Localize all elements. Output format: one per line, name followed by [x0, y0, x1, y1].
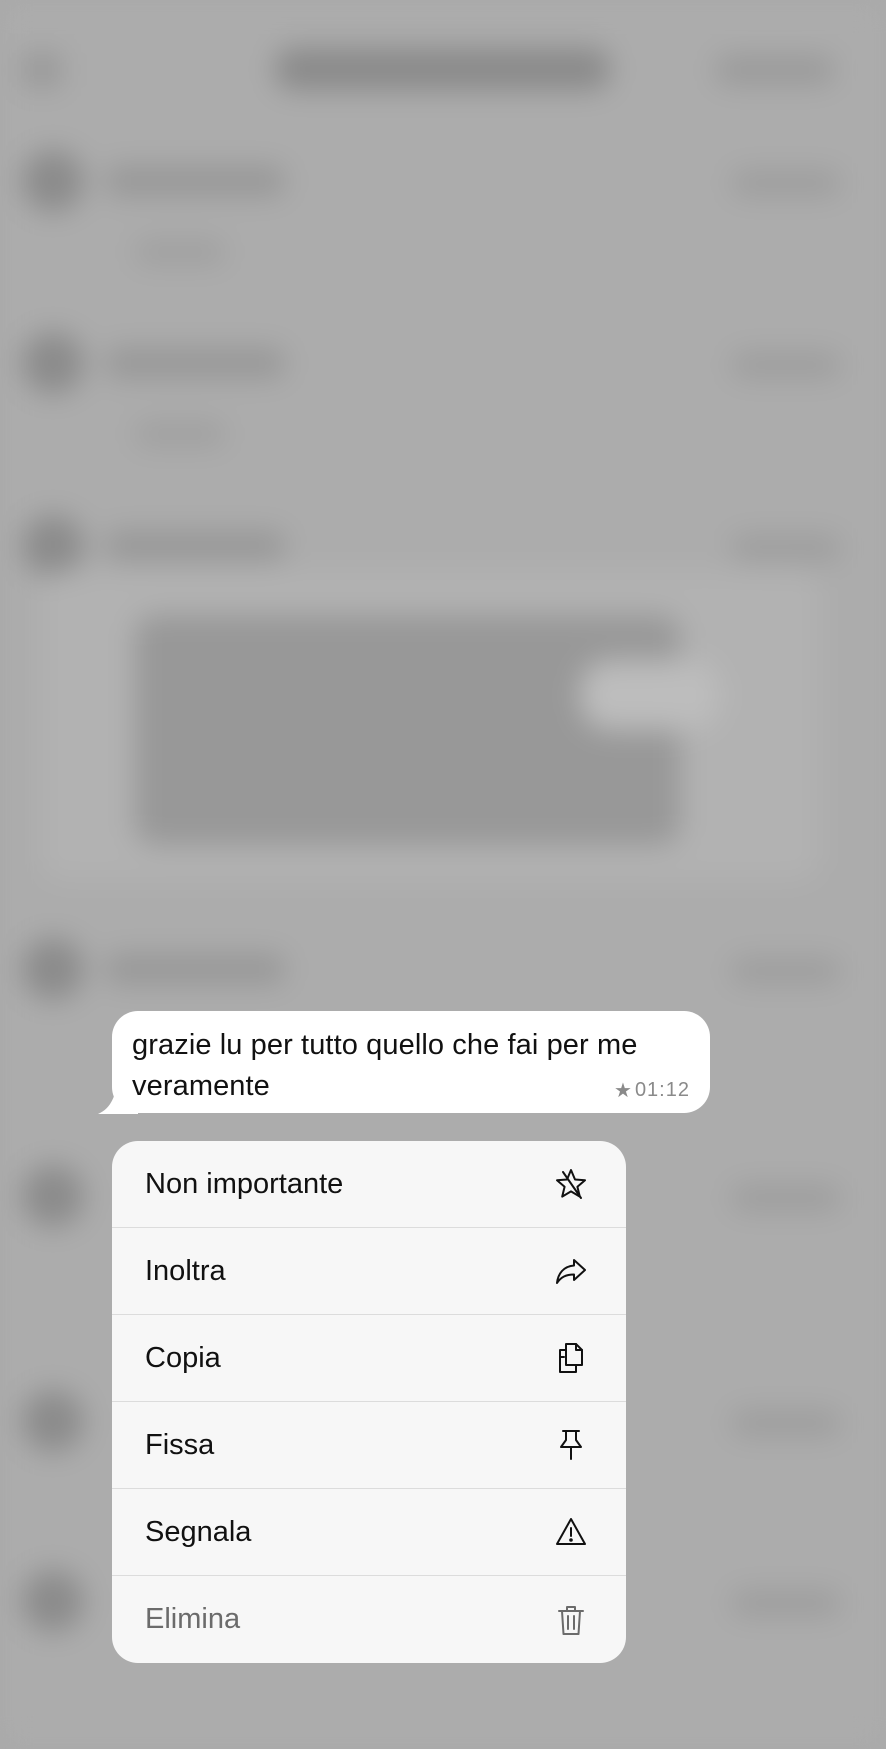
unstar-icon — [554, 1167, 588, 1201]
pin-icon — [554, 1428, 588, 1462]
menu-item-label: Fissa — [145, 1428, 215, 1461]
header-action-blurred — [715, 55, 835, 85]
menu-item-unstar[interactable]: Non importante — [112, 1141, 626, 1228]
menu-item-copy[interactable]: Copia — [112, 1315, 626, 1402]
menu-item-label: Elimina — [145, 1603, 241, 1635]
menu-item-forward[interactable]: Inoltra — [112, 1228, 626, 1315]
message-time: 01:12 — [634, 1079, 690, 1101]
selected-message-bubble[interactable]: grazie lu per tutto quello che fai per m… — [112, 1011, 710, 1113]
menu-item-pin[interactable]: Fissa — [112, 1402, 626, 1489]
menu-item-label: Segnala — [145, 1515, 252, 1548]
copy-icon — [554, 1341, 588, 1375]
star-icon: ★ — [614, 1080, 633, 1102]
menu-item-label: Copia — [145, 1341, 221, 1374]
blurred-media-card — [40, 570, 820, 880]
back-button-blurred — [22, 52, 62, 88]
forward-icon — [554, 1254, 588, 1288]
menu-item-label: Inoltra — [145, 1254, 226, 1287]
message-text: grazie lu per tutto quello che fai per m… — [132, 1029, 638, 1102]
message-meta: ★ 01:12 — [614, 1078, 690, 1103]
warning-icon — [554, 1515, 588, 1549]
chat-title-blurred — [275, 48, 610, 90]
menu-item-label: Non importante — [145, 1167, 344, 1200]
menu-item-delete[interactable]: Elimina — [112, 1576, 626, 1663]
trash-icon — [554, 1603, 588, 1637]
message-context-menu: Non importante Inoltra Copia Fissa Segna… — [112, 1141, 626, 1663]
menu-item-report[interactable]: Segnala — [112, 1489, 626, 1576]
